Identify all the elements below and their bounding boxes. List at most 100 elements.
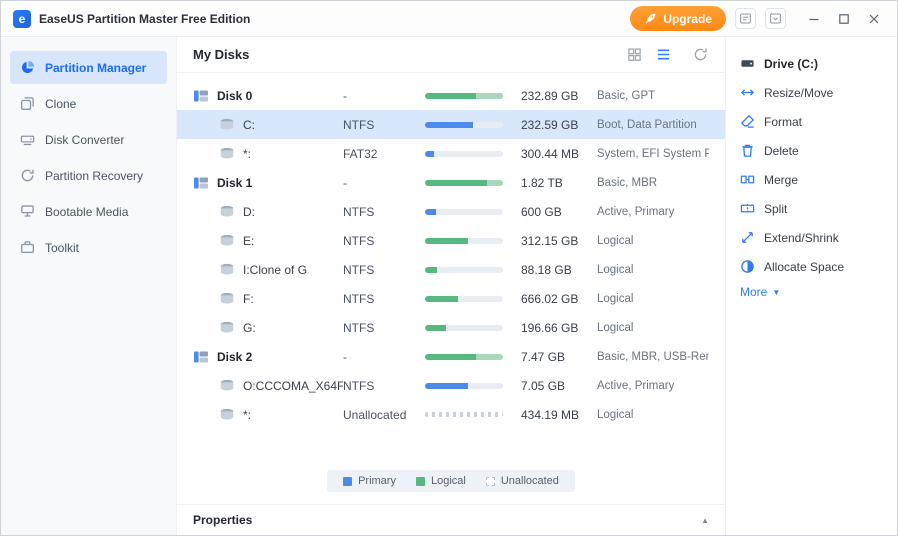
sidebar-item-toolkit[interactable]: Toolkit	[10, 231, 167, 264]
app-window: e EaseUS Partition Master Free Edition U…	[0, 0, 898, 536]
grid-view-icon[interactable]	[627, 47, 643, 63]
partition-name: E:	[243, 234, 254, 248]
usage-bar-unallocated	[425, 412, 503, 417]
bootable-media-icon	[20, 204, 35, 219]
refresh-icon[interactable]	[693, 47, 709, 63]
usage-bar	[425, 209, 503, 215]
partition-icon	[219, 321, 235, 334]
partition-row-e[interactable]: E:NTFS312.15 GBLogical	[177, 226, 725, 255]
action-drive-c[interactable]: Drive (C:)	[740, 49, 883, 78]
bar-cell	[425, 93, 521, 99]
sidebar-item-bootable-media[interactable]: Bootable Media	[10, 195, 167, 228]
usage-bar	[425, 180, 503, 186]
size-cell: 232.59 GB	[521, 118, 597, 132]
status-cell: Logical	[597, 264, 709, 276]
size-cell: 196.66 GB	[521, 321, 597, 335]
disk-converter-icon	[20, 132, 35, 147]
maximize-button[interactable]	[831, 6, 857, 32]
bar-cell	[425, 180, 521, 186]
extend-shrink-icon	[740, 230, 755, 245]
sidebar-item-label: Partition Manager	[45, 61, 146, 75]
bar-segment	[425, 180, 487, 186]
bar-segment	[425, 296, 458, 302]
disk-row-disk-1[interactable]: Disk 1-1.82 TBBasic, MBR	[177, 168, 725, 197]
bar-cell	[425, 151, 521, 157]
partition-icon	[219, 205, 235, 218]
bar-cell	[425, 354, 521, 360]
main-header: My Disks	[177, 37, 725, 73]
usage-bar	[425, 122, 503, 128]
status-cell: Logical	[597, 235, 709, 247]
resize-move-icon	[740, 85, 755, 100]
filesystem-cell: -	[343, 176, 425, 190]
action-allocate-space[interactable]: Allocate Space	[740, 252, 883, 281]
sidebar-item-label: Clone	[45, 97, 76, 111]
more-button[interactable]: More ▼	[740, 285, 883, 299]
action-split[interactable]: Split	[740, 194, 883, 223]
legend: PrimaryLogicalUnallocated	[327, 470, 575, 492]
sidebar-item-partition-manager[interactable]: Partition Manager	[10, 51, 167, 84]
list-view-icon[interactable]	[656, 47, 672, 63]
size-cell: 600 GB	[521, 205, 597, 219]
filesystem-cell: Unallocated	[343, 408, 425, 422]
partition-icon	[219, 379, 235, 392]
action-label: Format	[764, 115, 802, 129]
sidebar-item-disk-converter[interactable]: Disk Converter	[10, 123, 167, 156]
action-delete[interactable]: Delete	[740, 136, 883, 165]
usage-bar	[425, 267, 503, 273]
app-title: EaseUS Partition Master Free Edition	[39, 12, 250, 26]
partition-icon	[219, 234, 235, 247]
bar-segment	[425, 267, 437, 273]
action-format[interactable]: Format	[740, 107, 883, 136]
upgrade-button[interactable]: Upgrade	[630, 6, 726, 31]
status-cell: Boot, Data Partition	[597, 119, 709, 131]
partition-row-2[interactable]: *:FAT32300.44 MBSystem, EFI System Parti…	[177, 139, 725, 168]
status-cell: Active, Primary	[597, 380, 709, 392]
bar-segment	[476, 354, 503, 360]
minimize-button[interactable]	[801, 6, 827, 32]
size-cell: 434.19 MB	[521, 408, 597, 422]
sidebar-item-partition-recovery[interactable]: Partition Recovery	[10, 159, 167, 192]
partition-name: I:Clone of G	[243, 263, 307, 277]
sidebar-item-clone[interactable]: Clone	[10, 87, 167, 120]
feedback-icon[interactable]	[735, 8, 756, 29]
disk-icon	[193, 350, 209, 364]
content-area: Partition Manager Clone Disk Converter Part…	[1, 37, 897, 535]
status-cell: Basic, MBR, USB-Removable	[597, 351, 709, 363]
usage-bar	[425, 151, 503, 157]
action-merge[interactable]: Merge	[740, 165, 883, 194]
partition-row-c[interactable]: C:NTFS232.59 GBBoot, Data Partition	[177, 110, 725, 139]
action-extend-shrink[interactable]: Extend/Shrink	[740, 223, 883, 252]
bar-segment	[425, 209, 436, 215]
sidebar-item-label: Disk Converter	[45, 133, 124, 147]
disk-row-disk-0[interactable]: Disk 0-232.89 GBBasic, GPT	[177, 81, 725, 110]
collapse-up-icon[interactable]: ▲	[701, 516, 709, 525]
titlebar: e EaseUS Partition Master Free Edition U…	[1, 1, 897, 37]
partition-row-g[interactable]: G:NTFS196.66 GBLogical	[177, 313, 725, 342]
name-cell: G:	[193, 321, 343, 335]
bar-cell	[425, 122, 521, 128]
status-cell: Logical	[597, 409, 709, 421]
disk-row-disk-2[interactable]: Disk 2-7.47 GBBasic, MBR, USB-Removable	[177, 342, 725, 371]
partition-row-f[interactable]: F:NTFS666.02 GBLogical	[177, 284, 725, 313]
allocate-space-icon	[740, 259, 755, 274]
partition-row-i-clone-of-g[interactable]: I:Clone of GNTFS88.18 GBLogical	[177, 255, 725, 284]
action-resize-move[interactable]: Resize/Move	[740, 78, 883, 107]
close-button[interactable]	[861, 6, 887, 32]
partition-row-11[interactable]: *:Unallocated434.19 MBLogical	[177, 400, 725, 429]
size-cell: 7.05 GB	[521, 379, 597, 393]
partition-row-o-cccoma-x64fr[interactable]: O:CCCOMA_X64FR...NTFS7.05 GBActive, Prim…	[177, 371, 725, 400]
bar-cell	[425, 296, 521, 302]
name-cell: F:	[193, 292, 343, 306]
properties-bar[interactable]: Properties ▲	[177, 504, 725, 535]
name-cell: I:Clone of G	[193, 263, 343, 277]
bar-cell	[425, 267, 521, 273]
partition-row-d[interactable]: D:NTFS600 GBActive, Primary	[177, 197, 725, 226]
window-menu-dropdown-icon[interactable]	[765, 8, 786, 29]
bar-segment	[425, 122, 473, 128]
clone-icon	[20, 96, 35, 111]
filesystem-cell: NTFS	[343, 263, 425, 277]
status-cell: Basic, MBR	[597, 177, 709, 189]
size-cell: 1.82 TB	[521, 176, 597, 190]
bar-cell	[425, 209, 521, 215]
